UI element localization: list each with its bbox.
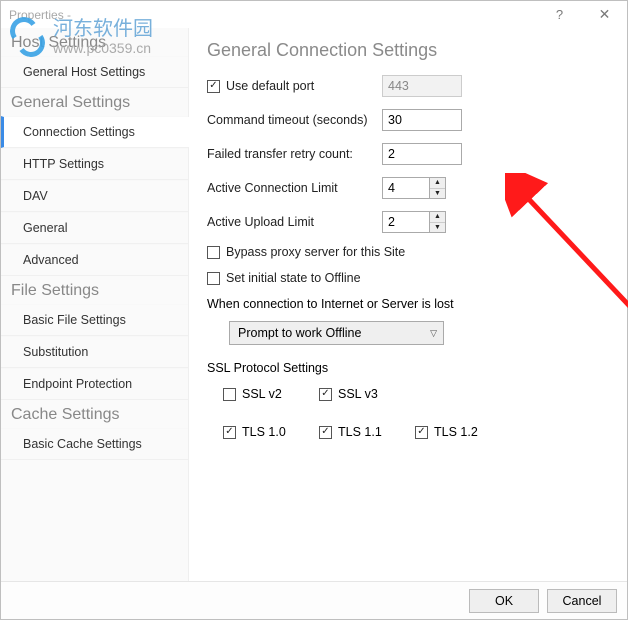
conn-limit-label: Active Connection Limit <box>207 181 382 195</box>
sidebar: Host Settings General Host Settings Gene… <box>1 28 189 581</box>
chevron-up-icon[interactable]: ▲ <box>430 212 445 223</box>
conn-limit-spinner[interactable]: ▲▼ <box>430 177 446 199</box>
retry-count-label: Failed transfer retry count: <box>207 147 382 161</box>
initial-offline-label: Set initial state to Offline <box>226 271 361 285</box>
close-button[interactable]: ✕ <box>582 1 627 28</box>
sidebar-item-http-settings[interactable]: HTTP Settings <box>1 148 188 180</box>
sidebar-item-advanced[interactable]: Advanced <box>1 244 188 276</box>
when-lost-label: When connection to Internet or Server is… <box>207 297 609 311</box>
initial-offline-checkbox[interactable] <box>207 272 220 285</box>
watermark-logo-icon <box>7 17 47 57</box>
panel-heading: General Connection Settings <box>207 40 609 61</box>
watermark: 河东软件园 www.pc0359.cn <box>7 17 153 57</box>
properties-dialog: Properties - ? ✕ Host Settings General H… <box>0 0 628 620</box>
tls11-checkbox[interactable] <box>319 426 332 439</box>
when-lost-value: Prompt to work Offline <box>238 326 361 340</box>
dialog-footer: OK Cancel <box>1 581 627 619</box>
conn-limit-input[interactable] <box>382 177 430 199</box>
sidebar-item-endpoint-protection[interactable]: Endpoint Protection <box>1 368 188 400</box>
when-lost-select[interactable]: Prompt to work Offline ▽ <box>229 321 444 345</box>
upload-limit-label: Active Upload Limit <box>207 215 382 229</box>
sidebar-item-substitution[interactable]: Substitution <box>1 336 188 368</box>
cancel-button[interactable]: Cancel <box>547 589 617 613</box>
tls11-label: TLS 1.1 <box>338 425 382 439</box>
command-timeout-label: Command timeout (seconds) <box>207 113 382 127</box>
tls12-checkbox[interactable] <box>415 426 428 439</box>
retry-count-input[interactable] <box>382 143 462 165</box>
sidebar-item-general-host[interactable]: General Host Settings <box>1 56 188 88</box>
sidebar-item-basic-file[interactable]: Basic File Settings <box>1 304 188 336</box>
ssl-heading: SSL Protocol Settings <box>207 361 609 375</box>
bypass-proxy-checkbox[interactable] <box>207 246 220 259</box>
sidebar-item-basic-cache[interactable]: Basic Cache Settings <box>1 428 188 460</box>
chevron-down-icon: ▽ <box>430 328 437 339</box>
chevron-down-icon[interactable]: ▼ <box>430 223 445 233</box>
use-default-port-label: Use default port <box>226 79 314 93</box>
sidebar-group-file: File Settings <box>1 276 188 304</box>
bypass-proxy-label: Bypass proxy server for this Site <box>226 245 405 259</box>
sidebar-group-general: General Settings <box>1 88 188 116</box>
chevron-down-icon[interactable]: ▼ <box>430 189 445 199</box>
sslv2-label: SSL v2 <box>242 387 282 401</box>
main-panel: General Connection Settings Use default … <box>189 28 627 581</box>
help-button[interactable]: ? <box>537 1 582 28</box>
tls10-label: TLS 1.0 <box>242 425 286 439</box>
sidebar-item-dav[interactable]: DAV <box>1 180 188 212</box>
sidebar-item-connection-settings[interactable]: Connection Settings <box>1 116 188 148</box>
upload-limit-spinner[interactable]: ▲▼ <box>430 211 446 233</box>
use-default-port-checkbox[interactable] <box>207 80 220 93</box>
watermark-url: www.pc0359.cn <box>53 41 153 55</box>
ok-button[interactable]: OK <box>469 589 539 613</box>
sslv3-checkbox[interactable] <box>319 388 332 401</box>
sidebar-group-cache: Cache Settings <box>1 400 188 428</box>
watermark-text: 河东软件园 <box>53 19 153 39</box>
sidebar-item-general[interactable]: General <box>1 212 188 244</box>
tls10-checkbox[interactable] <box>223 426 236 439</box>
port-input <box>382 75 462 97</box>
command-timeout-input[interactable] <box>382 109 462 131</box>
sslv3-label: SSL v3 <box>338 387 378 401</box>
tls12-label: TLS 1.2 <box>434 425 478 439</box>
chevron-up-icon[interactable]: ▲ <box>430 178 445 189</box>
sslv2-checkbox[interactable] <box>223 388 236 401</box>
upload-limit-input[interactable] <box>382 211 430 233</box>
